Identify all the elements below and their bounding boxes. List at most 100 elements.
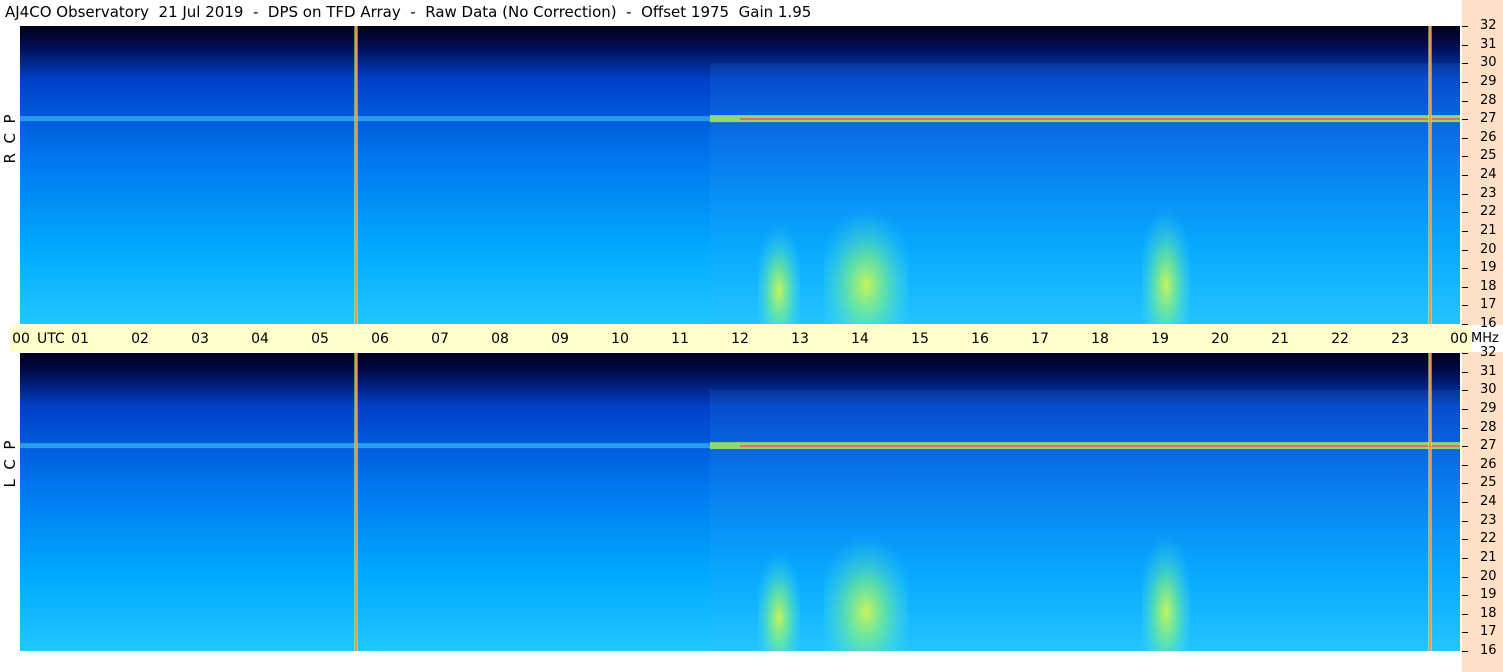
- utc-hour-label: 01: [71, 331, 89, 347]
- utc-hour-label: 16: [971, 331, 989, 347]
- utc-hour-label: 21: [1271, 331, 1289, 347]
- frequency-label: 32: [1480, 345, 1497, 360]
- frequency-label: 19: [1480, 260, 1497, 276]
- frequency-tick: [1462, 26, 1468, 27]
- frequency-tick: [1462, 595, 1468, 597]
- frequency-label: 26: [1480, 129, 1497, 145]
- frequency-label: 32: [1480, 18, 1497, 33]
- time-marker-core: [1429, 353, 1431, 651]
- frequency-label: 23: [1480, 512, 1497, 528]
- utc-hour-label: 22: [1331, 331, 1349, 347]
- frequency-label: 22: [1480, 531, 1497, 547]
- utc-unit-label: UTC: [37, 331, 65, 347]
- frequency-tick: [1462, 44, 1468, 46]
- frequency-label: 22: [1480, 204, 1497, 220]
- frequency-label: 17: [1480, 624, 1497, 640]
- emission-burst: [758, 212, 800, 324]
- frequency-tick: [1462, 100, 1468, 102]
- spectrogram-lcp-plot: [20, 353, 1460, 651]
- frequency-label: 28: [1480, 92, 1497, 108]
- utc-hour-label: 20: [1211, 331, 1229, 347]
- frequency-tick: [1462, 230, 1468, 232]
- frequency-label: 16: [1480, 643, 1497, 658]
- frequency-label: 21: [1480, 549, 1497, 565]
- frequency-tick: [1462, 81, 1468, 83]
- frequency-tick: [1462, 286, 1468, 288]
- frequency-label: 25: [1480, 475, 1497, 491]
- polarization-label-rcp: R C P: [0, 115, 20, 164]
- emission-burst: [1142, 193, 1190, 324]
- interference-band-core: [740, 445, 1460, 448]
- utc-hour-label: 17: [1031, 331, 1049, 347]
- utc-hour-label: 15: [911, 331, 929, 347]
- frequency-label: 23: [1480, 185, 1497, 201]
- frequency-tick: [1462, 137, 1468, 139]
- utc-hour-label: 09: [551, 331, 569, 347]
- utc-hour-label: 07: [431, 331, 449, 347]
- frequency-tick: [1462, 156, 1468, 158]
- frequency-tick: [1462, 632, 1468, 634]
- spectrogram-lcp: [20, 353, 1460, 651]
- time-marker-core: [355, 353, 357, 651]
- frequency-tick: [1462, 324, 1468, 325]
- interference-band: [20, 443, 710, 449]
- utc-hour-label: 02: [131, 331, 149, 347]
- utc-hour-label: 06: [371, 331, 389, 347]
- utc-hour-label: 00: [12, 331, 30, 347]
- frequency-label: 20: [1480, 568, 1497, 584]
- utc-hour-label: 19: [1151, 331, 1169, 347]
- frequency-tick: [1462, 249, 1468, 251]
- frequency-tick: [1462, 427, 1468, 429]
- frequency-tick: [1462, 557, 1468, 559]
- frequency-tick: [1462, 305, 1468, 307]
- frequency-tick: [1462, 539, 1468, 541]
- frequency-tick: [1462, 119, 1468, 121]
- interference-band-core: [740, 118, 1460, 121]
- frequency-tick: [1462, 353, 1468, 354]
- frequency-tick: [1462, 371, 1468, 373]
- polarization-label-lcp: L C P: [0, 441, 20, 488]
- emission-burst: [758, 539, 800, 651]
- spectrogram-rcp-plot: [20, 26, 1460, 324]
- lcp-label-text: L C P: [1, 440, 19, 488]
- frequency-tick: [1462, 651, 1468, 652]
- frequency-label: 31: [1480, 36, 1497, 52]
- frequency-label: 25: [1480, 148, 1497, 164]
- utc-hour-label: 11: [671, 331, 689, 347]
- frequency-label: 18: [1480, 278, 1497, 294]
- utc-hour-label: 10: [611, 331, 629, 347]
- frequency-label: 29: [1480, 400, 1497, 416]
- utc-hour-label: 08: [491, 331, 509, 347]
- emission-burst: [824, 193, 908, 324]
- utc-hour-label: 23: [1391, 331, 1409, 347]
- frequency-label: 30: [1480, 382, 1497, 398]
- frequency-label: 18: [1480, 605, 1497, 621]
- frequency-tick: [1462, 390, 1468, 392]
- frequency-label: 31: [1480, 363, 1497, 379]
- frequency-tick: [1462, 193, 1468, 195]
- utc-hour-label: 13: [791, 331, 809, 347]
- utc-hour-label: 03: [191, 331, 209, 347]
- frequency-label: 30: [1480, 55, 1497, 71]
- frequency-tick: [1462, 408, 1468, 410]
- utc-hour-label: 18: [1091, 331, 1109, 347]
- emission-burst: [824, 520, 908, 651]
- frequency-label: 21: [1480, 222, 1497, 238]
- time-marker-core: [1429, 26, 1431, 324]
- frequency-tick: [1462, 268, 1468, 270]
- frequency-tick: [1462, 520, 1468, 522]
- interference-band: [20, 116, 710, 122]
- utc-hour-label: 12: [731, 331, 749, 347]
- rcp-label-text: R C P: [1, 114, 19, 164]
- frequency-tick: [1462, 502, 1468, 503]
- frequency-tick: [1462, 483, 1468, 485]
- spectrogram-rcp: [20, 26, 1460, 324]
- mhz-unit-label: MHz: [1471, 331, 1499, 346]
- frequency-label: 24: [1480, 494, 1497, 509]
- frequency-label: 27: [1480, 438, 1497, 454]
- chart-title: AJ4CO Observatory 21 Jul 2019 - DPS on T…: [5, 3, 812, 21]
- frequency-label: 27: [1480, 111, 1497, 127]
- utc-hour-label: 04: [251, 331, 269, 347]
- frequency-tick: [1462, 613, 1468, 615]
- frequency-tick: [1462, 446, 1468, 448]
